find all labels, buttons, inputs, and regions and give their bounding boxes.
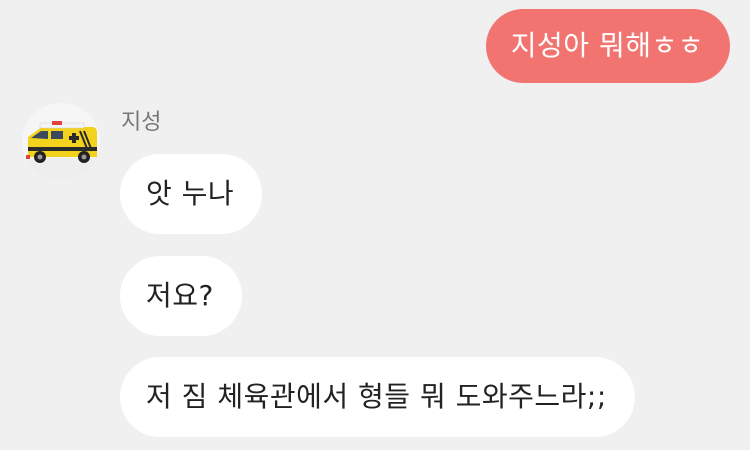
received-message-text: 저요? xyxy=(146,279,214,312)
avatar[interactable] xyxy=(22,103,100,181)
chat-view: 지성아 뭐해ㅎㅎ 지성 앗 누나 저요? 저 짐 체육관에서 형들 뭐 도와주느… xyxy=(0,0,750,450)
received-message-text: 저 짐 체육관에서 형들 뭐 도와주느라;; xyxy=(146,380,607,413)
received-message-bubble[interactable]: 저요? xyxy=(120,256,242,336)
received-message-bubble[interactable]: 앗 누나 xyxy=(120,154,263,234)
ambulance-toy-icon xyxy=(22,103,100,181)
received-message-text: 앗 누나 xyxy=(146,177,235,210)
sender-name: 지성 xyxy=(121,110,162,135)
received-message-bubble[interactable]: 저 짐 체육관에서 형들 뭐 도와주느라;; xyxy=(120,357,635,437)
sent-message-text: 지성아 뭐해ㅎㅎ xyxy=(510,29,704,62)
sent-message-bubble[interactable]: 지성아 뭐해ㅎㅎ xyxy=(485,9,730,83)
